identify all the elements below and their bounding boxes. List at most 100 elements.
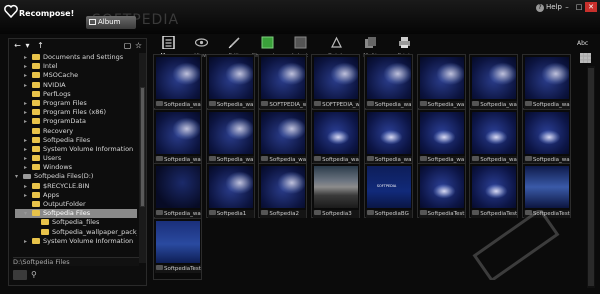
folder-tree: ▸ Documents and Settings ▸ Intel ▸ MSOCache ▸ N… bbox=[15, 53, 137, 263]
image-thumbnail[interactable]: Softpedia1 bbox=[205, 163, 255, 218]
image-thumbnail[interactable]: Softpedia_wa bbox=[153, 163, 202, 218]
multi-icon bbox=[364, 36, 377, 49]
image-thumbnail[interactable]: SoftpediaTest bbox=[153, 217, 202, 280]
expand-icon[interactable]: ▸ bbox=[24, 154, 32, 163]
tree-item[interactable]: ▸ MSOCache bbox=[15, 71, 137, 80]
tree-item[interactable]: ▾ Softpedia Files(D:) bbox=[15, 172, 137, 181]
file-type-icon bbox=[419, 155, 427, 161]
back-arrow-icon[interactable]: ← bbox=[13, 41, 22, 50]
tree-item[interactable]: ▸ $RECYCLE.BIN bbox=[15, 182, 137, 191]
image-thumbnail[interactable]: Softpedia_wa bbox=[153, 54, 202, 109]
image-thumbnail[interactable]: Softpedia_wa bbox=[258, 108, 308, 164]
tree-item-label: Intel bbox=[43, 62, 58, 71]
tree-item[interactable]: OutputFolder bbox=[15, 200, 137, 209]
thumbnail-image bbox=[366, 166, 411, 208]
thumbnail-image bbox=[524, 111, 569, 154]
tree-item[interactable]: ▸ System Volume Information bbox=[15, 237, 137, 246]
image-thumbnail[interactable]: Softpedia_wa bbox=[469, 54, 519, 109]
expand-icon[interactable]: ▸ bbox=[24, 136, 32, 145]
expand-icon[interactable]: ▸ bbox=[24, 99, 32, 108]
maximize-button[interactable]: □ bbox=[573, 2, 585, 12]
file-type-icon bbox=[261, 210, 269, 215]
expand-icon[interactable]: ▸ bbox=[24, 237, 32, 246]
folder-bottom-bar: ⚲ bbox=[13, 269, 133, 283]
expand-icon[interactable]: ▾ bbox=[15, 172, 23, 181]
tree-scrollbar[interactable] bbox=[139, 53, 146, 263]
image-thumbnail[interactable]: SOFTPEDIA_wa bbox=[258, 54, 308, 109]
new-folder-icon[interactable]: ▢ bbox=[123, 41, 132, 50]
expand-icon[interactable]: ▸ bbox=[24, 163, 32, 172]
image-thumbnail[interactable]: Softpedia_wa bbox=[205, 108, 255, 164]
tree-item[interactable]: ▸ System Volume Information bbox=[15, 145, 137, 154]
image-thumbnail[interactable]: Softpedia_wa bbox=[311, 108, 361, 164]
tree-item[interactable]: ▸ Windows bbox=[15, 163, 137, 172]
folder-icon[interactable] bbox=[13, 270, 27, 280]
image-thumbnail[interactable]: Softpedia2 bbox=[258, 163, 308, 218]
album-tab[interactable]: Album bbox=[86, 16, 136, 29]
tree-item[interactable]: ▸ Documents and Settings bbox=[15, 53, 137, 62]
expand-icon[interactable]: ▸ bbox=[24, 71, 32, 80]
image-thumbnail[interactable]: Softpedia_wa bbox=[521, 54, 571, 109]
thumbnail-image bbox=[419, 111, 464, 154]
tree-item[interactable]: Softpedia_wallpaper_pack_1 bbox=[15, 228, 137, 237]
folder-icon bbox=[32, 155, 40, 162]
sort-button[interactable]: Abc bbox=[577, 40, 588, 47]
image-thumbnail[interactable]: Softpedia_wa bbox=[363, 54, 413, 109]
image-thumbnail[interactable]: Softpedia_wa bbox=[416, 108, 466, 164]
image-thumbnail[interactable]: Softpedia_wa bbox=[469, 108, 519, 164]
minimize-button[interactable]: – bbox=[561, 2, 573, 12]
expand-icon[interactable]: ▸ bbox=[24, 108, 32, 117]
thumbnail-caption: SoftpediaTest bbox=[155, 264, 201, 273]
image-thumbnail[interactable]: Softpedia_wa bbox=[363, 108, 413, 164]
expand-icon[interactable]: ▸ bbox=[24, 145, 32, 154]
current-path: D:\Softpedia Files bbox=[13, 257, 139, 266]
tree-item-label: Apps bbox=[43, 190, 60, 199]
file-type-icon bbox=[314, 210, 322, 215]
tree-item[interactable]: ▸ ProgramData bbox=[15, 117, 137, 126]
tree-item[interactable]: ▸ Intel bbox=[15, 62, 137, 71]
tree-item-label: $RECYCLE.BIN bbox=[43, 181, 90, 190]
grid-scrollbar[interactable] bbox=[587, 66, 595, 288]
file-type-icon bbox=[419, 101, 427, 106]
expand-icon[interactable]: ▸ bbox=[24, 62, 32, 71]
expand-icon[interactable]: ▾ bbox=[24, 209, 32, 218]
tree-item[interactable]: ▸ Users bbox=[15, 154, 137, 163]
tree-item[interactable]: ▾ Softpedia Files bbox=[15, 209, 137, 219]
tree-item[interactable]: Recovery bbox=[15, 127, 137, 136]
star-icon[interactable]: ☆ bbox=[134, 41, 143, 50]
close-button[interactable]: ✕ bbox=[585, 2, 597, 12]
search-icon[interactable]: ⚲ bbox=[31, 270, 45, 280]
image-thumbnail[interactable]: Softpedia3 bbox=[311, 163, 361, 218]
file-type-icon bbox=[472, 155, 480, 161]
tree-item[interactable]: ▸ Softpedia Files bbox=[15, 136, 137, 145]
expand-icon[interactable]: ▸ bbox=[24, 117, 32, 126]
expand-icon[interactable]: ▸ bbox=[24, 81, 32, 90]
image-thumbnail[interactable]: Softpedia_wa bbox=[521, 108, 571, 164]
image-thumbnail[interactable]: SoftpediaTest bbox=[416, 163, 466, 218]
image-thumbnail[interactable]: Softpedia_wa bbox=[205, 54, 255, 109]
image-thumbnail[interactable]: SoftpediaBG bbox=[363, 163, 413, 218]
expand-icon[interactable]: ▸ bbox=[24, 191, 32, 200]
tree-item-label: Softpedia Files bbox=[43, 209, 91, 218]
dropdown-icon[interactable]: ▾ bbox=[23, 41, 32, 50]
tree-item[interactable]: Softpedia_files bbox=[15, 218, 137, 227]
thumbnail-caption: SoftpediaBG bbox=[365, 210, 412, 218]
tree-item-label: Softpedia_wallpaper_pack_1 bbox=[52, 227, 137, 236]
image-thumbnail[interactable]: Softpedia_wa bbox=[416, 54, 466, 109]
image-thumbnail[interactable]: SOFTPEDIA_wa bbox=[311, 54, 361, 109]
file-type-icon bbox=[366, 101, 374, 106]
expand-icon[interactable]: ▸ bbox=[24, 53, 32, 62]
tree-item[interactable]: ▸ Program Files (x86) bbox=[15, 108, 137, 117]
up-arrow-icon[interactable]: ↑ bbox=[36, 41, 45, 50]
expand-icon[interactable]: ▸ bbox=[24, 182, 32, 191]
tree-item[interactable]: ▸ NVIDIA bbox=[15, 81, 137, 90]
tree-item[interactable]: ▸ Program Files bbox=[15, 99, 137, 108]
tree-item-label: Users bbox=[43, 154, 62, 163]
tree-item[interactable]: PerfLogs bbox=[15, 90, 137, 99]
help-button[interactable]: ? Help bbox=[536, 3, 562, 12]
inout-icon bbox=[294, 36, 307, 49]
folder-icon bbox=[32, 99, 40, 106]
image-thumbnail[interactable]: Softpedia_wa bbox=[153, 108, 202, 164]
tree-item[interactable]: ▸ Apps bbox=[15, 191, 137, 200]
grid-view-icon[interactable] bbox=[580, 53, 591, 63]
